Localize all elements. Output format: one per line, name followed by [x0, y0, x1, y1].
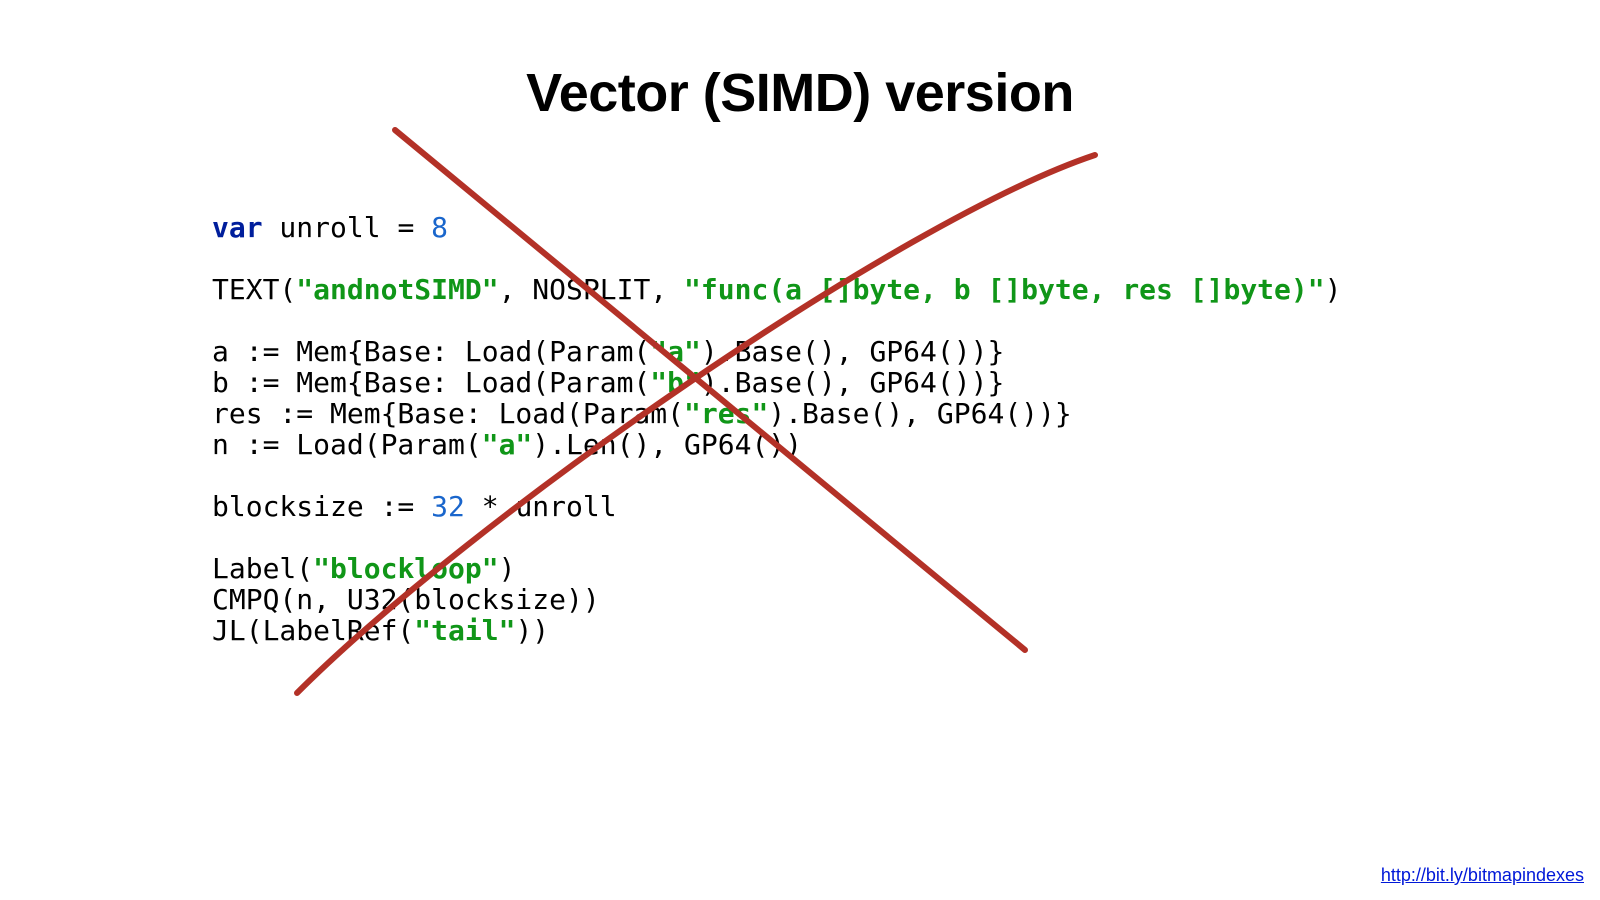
code-text: CMPQ(n, U32(blocksize)) [212, 583, 600, 616]
code-str: "func(a []byte, b []byte, res []byte)" [684, 273, 1325, 306]
code-text: b := Mem{Base: Load(Param( [212, 366, 650, 399]
code-text: ).Base(), GP64())} [768, 397, 1071, 430]
code-text: res := Mem{Base: Load(Param( [212, 397, 684, 430]
code-text: ).Base(), GP64())} [701, 335, 1004, 368]
code-text: , NOSPLIT, [499, 273, 684, 306]
code-text: TEXT( [212, 273, 296, 306]
code-text: a := Mem{Base: Load(Param( [212, 335, 650, 368]
code-str: "blockloop" [313, 552, 498, 585]
code-str: "andnotSIMD" [296, 273, 498, 306]
code-text: ) [1325, 273, 1342, 306]
code-text: Label( [212, 552, 313, 585]
code-text: blocksize := [212, 490, 431, 523]
code-str: "a" [482, 428, 533, 461]
code-str: "a" [650, 335, 701, 368]
code-num: 32 [431, 490, 465, 523]
code-text: ) [499, 552, 516, 585]
code-str: "tail" [414, 614, 515, 647]
code-text: JL(LabelRef( [212, 614, 414, 647]
code-text: ).Base(), GP64())} [701, 366, 1004, 399]
code-text: ).Len(), GP64()) [532, 428, 802, 461]
code-text: )) [515, 614, 549, 647]
code-str: "res" [684, 397, 768, 430]
slide-title: Vector (SIMD) version [0, 62, 1600, 124]
code-block: var unroll = 8 TEXT("andnotSIMD", NOSPLI… [212, 212, 1341, 646]
code-text: unroll = [263, 211, 432, 244]
footer-link[interactable]: http://bit.ly/bitmapindexes [1381, 865, 1584, 886]
code-text: * unroll [465, 490, 617, 523]
code-text: n := Load(Param( [212, 428, 482, 461]
code-str: "b" [650, 366, 701, 399]
code-kw: var [212, 211, 263, 244]
code-num: 8 [431, 211, 448, 244]
slide: Vector (SIMD) version var unroll = 8 TEX… [0, 0, 1600, 900]
